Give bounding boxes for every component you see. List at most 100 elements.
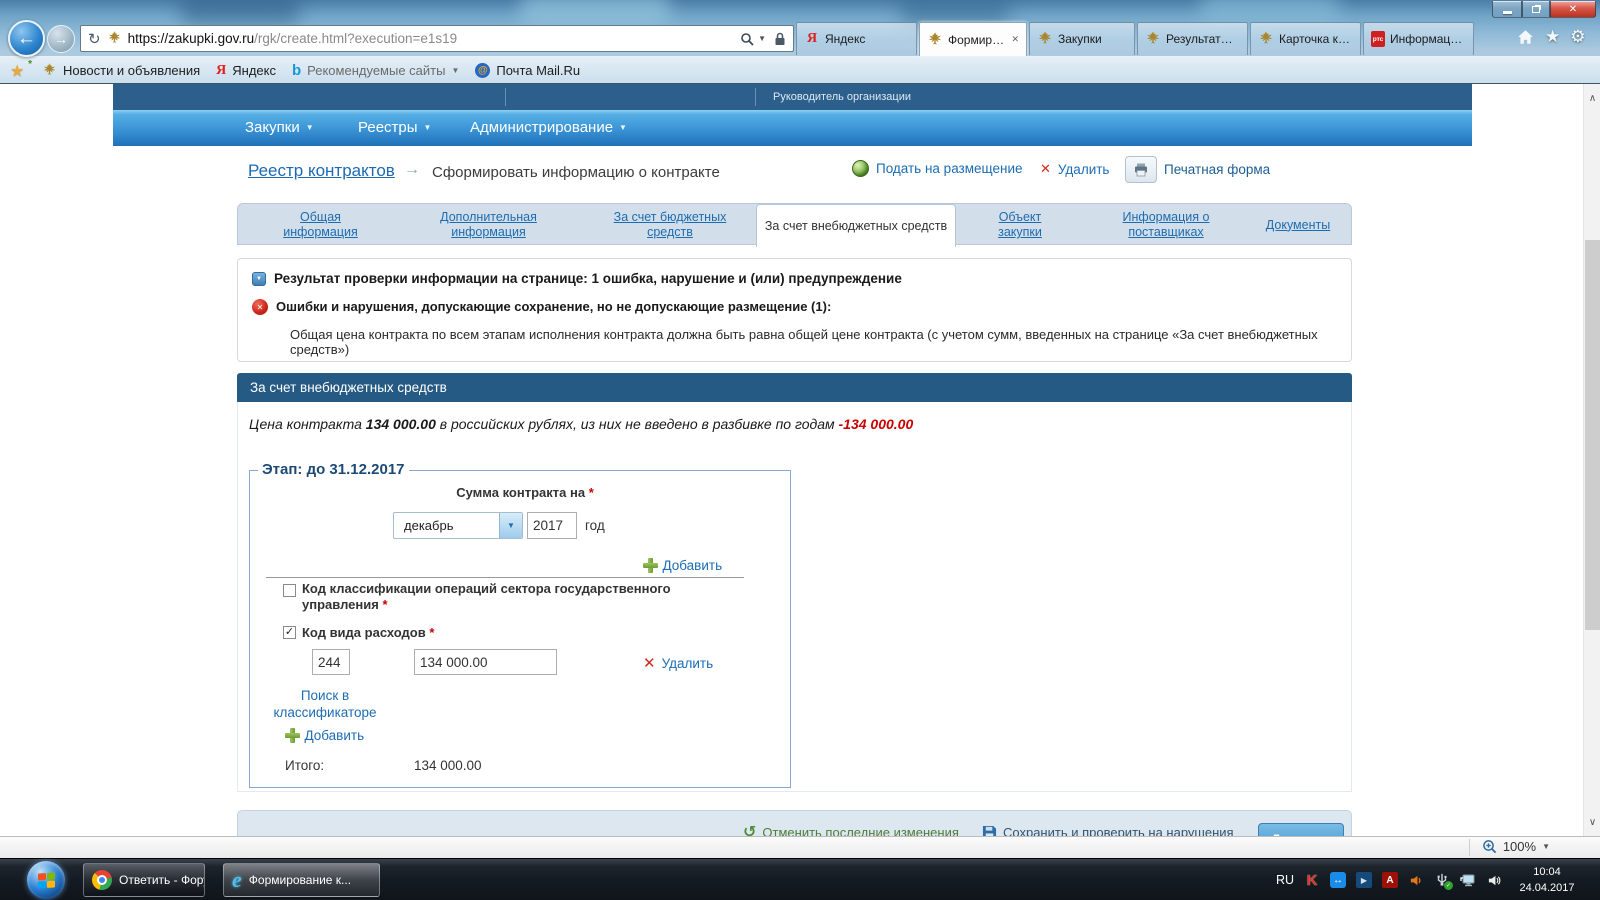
settings-gear-icon[interactable]: ⚙ [1570, 27, 1585, 47]
kvr-amount-input[interactable] [414, 649, 557, 675]
menu-administrirovanie[interactable]: Администрирование▼ [470, 119, 627, 136]
tab-vnebyudzhetnye-sredstva[interactable]: За счет внебюджетных средств [756, 204, 956, 247]
footer-action-bar: ↺ Отменить последние изменения Сохранить… [237, 810, 1352, 836]
favorite-yandex[interactable]: Я Яндекс [216, 63, 276, 79]
scrollbar-thumb[interactable] [1585, 240, 1600, 630]
menu-reestry[interactable]: Реестры▼ [358, 119, 431, 136]
teamviewer-icon[interactable]: ↔ [1330, 872, 1346, 888]
tab-zakupki[interactable]: Закупки [1029, 22, 1135, 55]
month-select-arrow-button[interactable]: ▼ [499, 513, 522, 538]
taskbar-clock[interactable]: 10:04 24.04.2017 [1512, 864, 1582, 897]
tab-informaciya-o-postavshchikah[interactable]: Информация о поставщиках [1100, 204, 1232, 246]
punto-switcher-icon[interactable]: ▶ [1356, 872, 1372, 888]
plus-icon [285, 728, 300, 743]
tab-yandex[interactable]: Я Яндекс [796, 22, 917, 55]
eagle-favicon [1037, 31, 1053, 47]
restore-button[interactable] [1522, 1, 1550, 18]
taskbar-ie-window[interactable]: e Формирование к... [223, 863, 380, 897]
home-icon[interactable] [1516, 28, 1535, 46]
close-icon: ✕ [1569, 4, 1577, 15]
wallpaper-blob [1200, 0, 1340, 24]
scroll-up-button[interactable]: ∧ [1584, 88, 1600, 108]
usb-safely-remove-icon[interactable]: ✓ [1434, 872, 1450, 888]
add-year-link[interactable]: Добавить [643, 557, 722, 575]
forward-button[interactable]: → [47, 25, 75, 53]
menu-zakupki[interactable]: Закупки▼ [245, 119, 314, 136]
star-add-icon: ★ [10, 61, 24, 81]
eagle-favicon [42, 63, 57, 78]
print-action[interactable]: Печатная форма [1125, 156, 1270, 183]
caret-down-icon: ▼ [507, 521, 515, 530]
refresh-icon[interactable]: ↻ [88, 30, 101, 48]
undo-icon: ↺ [743, 826, 756, 836]
dropdown-caret-icon: ▼ [451, 66, 459, 75]
search-dropdown-icon[interactable]: ▼ [758, 34, 766, 43]
save-check-link[interactable]: Сохранить и проверить на нарушения [982, 825, 1234, 836]
rts-favicon: ртс [1371, 31, 1385, 47]
tab-rezultaty[interactable]: Результаты п... [1137, 22, 1248, 55]
menu-caret-icon: ▼ [306, 123, 314, 132]
tab-dokumenty[interactable]: Документы [1258, 204, 1338, 246]
validation-errors-header-row: ✕ Ошибки и нарушения, допускающие сохран… [252, 299, 1332, 315]
taskbar-chrome-window[interactable]: Ответить - Фору... [83, 863, 205, 897]
windows-taskbar: Ответить - Фору... e Формирование к... R… [0, 858, 1600, 900]
volume-mixer-icon[interactable] [1408, 872, 1424, 888]
tab-byudzhetnye-sredstva[interactable]: За счет бюджетных средств [590, 204, 750, 246]
breadcrumb-parent-link[interactable]: Реестр контрактов [248, 161, 395, 181]
tab-dopolnitelnaya-informaciya[interactable]: Дополнительная информация [416, 204, 561, 246]
usb-check-badge: ✓ [1444, 881, 1453, 890]
printer-button[interactable] [1125, 156, 1157, 183]
collapse-icon[interactable]: ▼ [252, 272, 266, 286]
back-arrow-icon: ← [17, 28, 36, 50]
address-bar[interactable]: ↻ https://zakupki.gov.ru/rgk/create.html… [80, 25, 794, 52]
kvr-label: Код вида расходов * [302, 625, 434, 640]
favorites-star-icon[interactable]: ★ [1545, 27, 1560, 47]
undo-changes-link[interactable]: ↺ Отменить последние изменения [743, 825, 959, 836]
next-button[interactable]: Далее → [1258, 823, 1344, 836]
kaspersky-icon[interactable]: K [1304, 872, 1320, 888]
close-window-button[interactable]: ✕ [1550, 1, 1596, 18]
tab-close-icon[interactable]: ✕ [1011, 34, 1019, 45]
header-divider [505, 88, 506, 106]
red-x-icon: ✕ [1040, 161, 1051, 177]
search-icon[interactable] [740, 32, 754, 46]
network-icon[interactable] [1460, 872, 1476, 888]
zoom-control[interactable]: 100% ▼ [1482, 839, 1550, 854]
screen: ✕ ← → ↻ https://zakupki.gov.ru/rgk/creat… [0, 0, 1600, 900]
kvr-checkbox[interactable]: ✓ [283, 626, 296, 639]
tab-informaciya[interactable]: ртс Информация ... [1363, 22, 1474, 55]
classifier-search-link[interactable]: Поиск в классификаторе [270, 687, 380, 721]
tab-formirovanie[interactable]: Формиров... ✕ [919, 22, 1027, 56]
year-input[interactable] [527, 512, 577, 539]
tab-obshchaya-informaciya[interactable]: Общая информация [263, 204, 378, 246]
favorite-mail[interactable]: @ Почта Mail.Ru [475, 63, 580, 78]
start-button[interactable] [27, 861, 65, 899]
favorite-recommended[interactable]: b Рекомендуемые сайты ▼ [292, 62, 459, 79]
tab-obekt-zakupki[interactable]: Объект закупки [980, 204, 1060, 246]
add-row-link[interactable]: Добавить [285, 727, 364, 745]
wallpaper-blob [900, 0, 1010, 24]
speaker-icon[interactable] [1486, 872, 1502, 888]
adobe-reader-icon[interactable]: A [1382, 872, 1398, 888]
browser-toolbar-icons: ★ ⚙ [1516, 27, 1586, 47]
delete-action[interactable]: ✕ Удалить [1040, 161, 1109, 177]
month-select[interactable]: декабрь ▼ [393, 512, 523, 539]
validation-box: ▼ Результат проверки информации на стран… [237, 258, 1352, 362]
kosgu-checkbox[interactable] [283, 584, 296, 597]
contract-price-amount: 134 000.00 [366, 416, 436, 432]
status-divider [1469, 839, 1470, 856]
kvr-code-input[interactable] [312, 649, 350, 675]
language-indicator[interactable]: RU [1276, 873, 1294, 887]
user-role-label: Руководитель организации [773, 91, 911, 103]
add-favorite-button[interactable]: ★ * [10, 61, 30, 81]
tab-kartochka[interactable]: Карточка кон... [1250, 22, 1361, 55]
minimize-button[interactable] [1492, 1, 1522, 18]
globe-icon [852, 160, 869, 177]
plus-badge-icon: * [28, 59, 32, 70]
page-scrollbar[interactable]: ∧ ∨ [1583, 84, 1600, 836]
submit-action[interactable]: Подать на размещение [852, 160, 1023, 177]
delete-kvr-link[interactable]: ✕ Удалить [643, 654, 713, 672]
back-button[interactable]: ← [8, 20, 45, 57]
scroll-down-button[interactable]: ∨ [1584, 812, 1600, 832]
favorite-novosti[interactable]: Новости и объявления [42, 63, 200, 78]
